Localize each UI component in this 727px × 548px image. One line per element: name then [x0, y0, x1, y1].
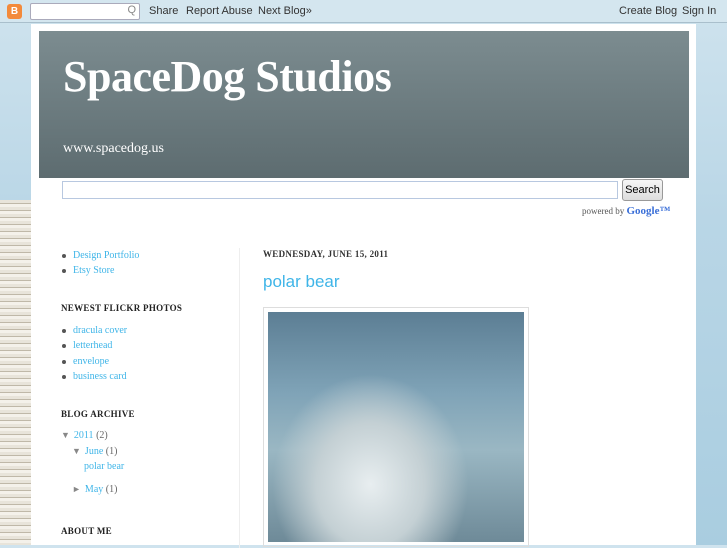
post-image[interactable] — [263, 307, 529, 547]
count: (1) — [105, 446, 118, 457]
navbar-search-input[interactable]: Q — [30, 3, 140, 20]
list-item: envelope — [61, 356, 109, 367]
archive-2011-link[interactable]: 2011 — [74, 430, 94, 441]
google-search-input[interactable] — [62, 181, 618, 199]
design-portfolio-link[interactable]: Design Portfolio — [73, 250, 139, 261]
share-link[interactable]: Share — [149, 5, 178, 17]
flickr-heading: NEWEST FLICKR PHOTOS — [61, 303, 183, 313]
blog-header: SpaceDog Studios www.spacedog.us — [39, 31, 689, 178]
expand-triangle-icon[interactable]: ► — [72, 484, 81, 494]
blog-page: SpaceDog Studios www.spacedog.us Search … — [31, 24, 696, 548]
count: (2) — [96, 430, 108, 441]
count: (1) — [105, 484, 118, 495]
blog-url: www.spacedog.us — [63, 141, 164, 156]
list-item: Etsy Store — [61, 265, 114, 276]
flickr-link[interactable]: envelope — [73, 356, 109, 367]
powered-by-google: powered by Google™ — [582, 205, 671, 217]
archive-june-link[interactable]: June — [85, 446, 103, 457]
archive-post-link[interactable]: polar bear — [84, 461, 124, 472]
archive-month: ► May (1) — [72, 484, 117, 495]
post-title[interactable]: polar bear — [263, 272, 340, 292]
report-abuse-link[interactable]: Report Abuse — [186, 5, 253, 17]
list-item: business card — [62, 371, 127, 382]
archive-post: polar bear — [84, 461, 124, 472]
list-item: letterhead — [61, 340, 112, 351]
list-item: Design Portfolio — [61, 250, 139, 261]
search-icon[interactable]: Q — [127, 4, 136, 16]
blog-title[interactable]: SpaceDog Studios — [63, 51, 392, 102]
about-heading: ABOUT ME — [61, 526, 112, 536]
archive-may-link[interactable]: May — [85, 484, 103, 495]
collapse-triangle-icon[interactable]: ▼ — [72, 446, 81, 456]
next-blog-link[interactable]: Next Blog» — [258, 5, 312, 17]
archive-year: ▼ 2011 (2) — [61, 430, 108, 441]
blogger-logo-icon[interactable]: B — [7, 4, 22, 19]
collapse-triangle-icon[interactable]: ▼ — [61, 430, 70, 440]
search-button[interactable]: Search — [622, 179, 663, 201]
sign-in-link[interactable]: Sign In — [682, 5, 716, 17]
polar-bear-photo — [268, 312, 524, 542]
flickr-link[interactable]: letterhead — [73, 340, 112, 351]
post-date: WEDNESDAY, JUNE 15, 2011 — [263, 249, 389, 259]
column-divider — [239, 248, 240, 548]
flickr-link[interactable]: dracula cover — [73, 325, 127, 336]
google-logo: Google™ — [626, 205, 671, 217]
etsy-store-link[interactable]: Etsy Store — [73, 265, 114, 276]
archive-heading: BLOG ARCHIVE — [61, 409, 135, 419]
archive-month: ▼ June (1) — [72, 446, 117, 457]
blogger-navbar: B Q Share Report Abuse Next Blog» Create… — [0, 0, 727, 23]
create-blog-link[interactable]: Create Blog — [619, 5, 677, 17]
powered-label: powered by — [582, 206, 625, 216]
flickr-link[interactable]: business card — [73, 371, 127, 382]
list-item: dracula cover — [61, 325, 127, 336]
